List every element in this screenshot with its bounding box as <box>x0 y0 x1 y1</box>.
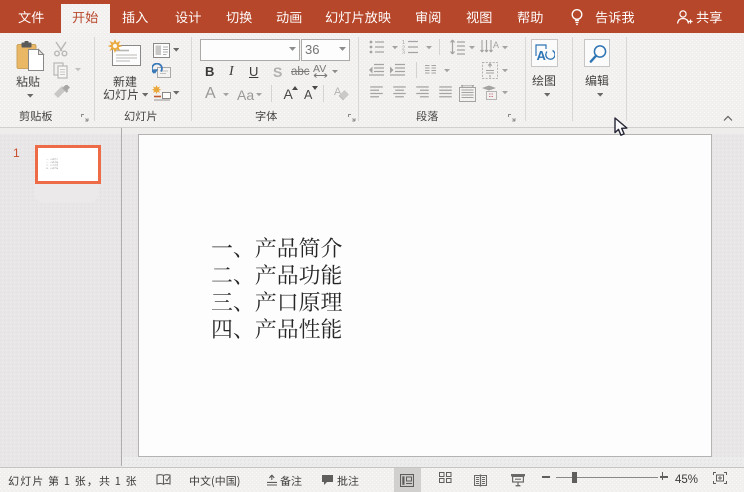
svg-text:3: 3 <box>402 51 405 55</box>
svg-text:A: A <box>493 40 499 50</box>
svg-text:AV: AV <box>313 63 326 75</box>
svg-text:A: A <box>537 48 547 62</box>
